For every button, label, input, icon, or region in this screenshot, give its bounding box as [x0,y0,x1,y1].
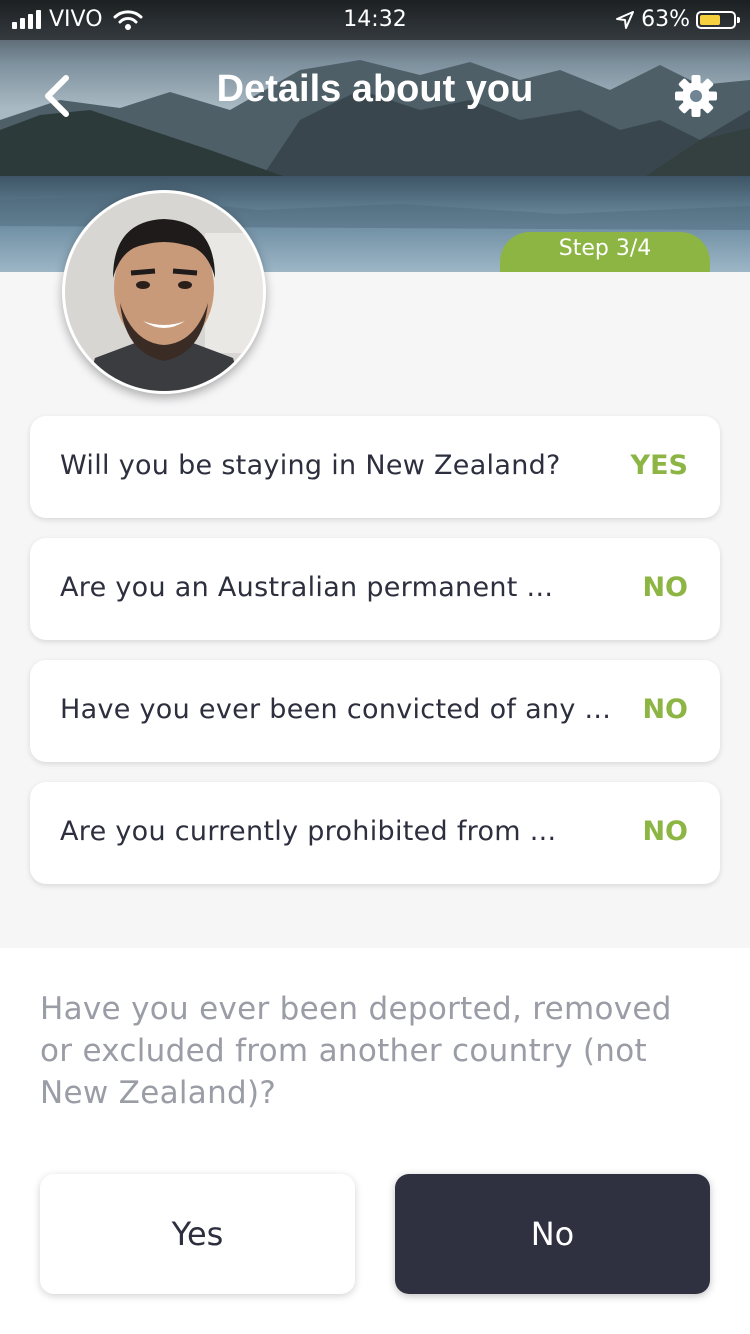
current-question-panel: Have you ever been deported, removed or … [0,948,750,1334]
question-text: Have you ever been convicted of any ... [60,694,612,725]
question-answer: YES [630,450,688,481]
question-text: Will you be staying in New Zealand? [60,450,561,481]
settings-button[interactable] [672,72,720,120]
step-badge: Step 3/4 [500,232,710,272]
question-text: Are you currently prohibited from ... [60,816,557,847]
status-bar: VIVO 14:32 63% [0,0,750,40]
current-question-text: Have you ever been deported, removed or … [40,991,672,1111]
battery-percent: 63% [641,7,690,32]
page-title: Details about you [216,68,534,110]
question-card[interactable]: Will you be staying in New Zealand? YES [30,416,720,518]
question-card[interactable]: Are you currently prohibited from ... NO [30,782,720,884]
no-button[interactable]: No [395,1174,710,1294]
location-arrow-icon [616,10,635,29]
gear-icon [675,75,717,117]
question-answer: NO [642,694,688,725]
avatar [62,190,266,394]
question-card[interactable]: Have you ever been convicted of any ... … [30,660,720,762]
question-text: Are you an Australian permanent ... [60,572,554,603]
profile-photo [65,193,263,391]
question-answer: NO [642,816,688,847]
battery-icon [696,10,740,29]
yes-button[interactable]: Yes [40,1174,355,1294]
question-answer: NO [642,572,688,603]
question-card[interactable]: Are you an Australian permanent ... NO [30,538,720,640]
